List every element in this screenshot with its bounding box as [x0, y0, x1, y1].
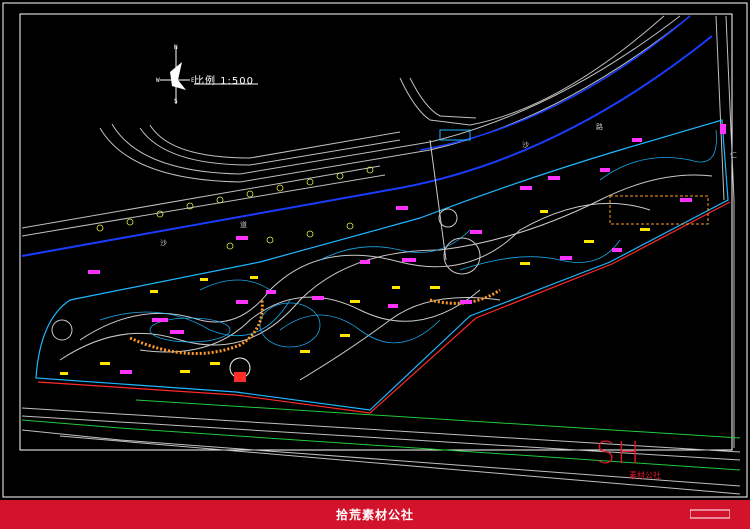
annotation-markers	[60, 210, 650, 375]
footer-text: 拾荒素材公社	[335, 508, 414, 522]
north-road	[21, 15, 691, 237]
canal	[21, 15, 713, 257]
north-letter-e: E	[191, 77, 195, 84]
scale-label: 比例 1:500	[194, 76, 254, 87]
watermark-logo: SH	[596, 436, 642, 471]
road-label-4: 沙	[522, 141, 529, 149]
label-markers	[88, 124, 726, 374]
road-label-5: 仁	[730, 151, 737, 159]
brand-mark-icon	[690, 509, 730, 519]
outer-frame	[2, 2, 748, 498]
road-label-1: 路	[596, 123, 603, 131]
road-label-2: 道	[240, 221, 247, 229]
road-label-3: 沙	[160, 239, 167, 247]
north-arrow-icon	[160, 46, 190, 104]
north-letter-n: N	[174, 44, 178, 51]
contours	[99, 129, 717, 348]
north-letter-w: W	[156, 77, 160, 84]
north-letter-s: S	[174, 98, 178, 105]
east-road	[715, 15, 735, 448]
footer-banner: 拾荒素材公社	[0, 500, 750, 529]
park-boundary	[35, 119, 731, 414]
watermark-subtitle: 素材公社	[629, 471, 661, 480]
